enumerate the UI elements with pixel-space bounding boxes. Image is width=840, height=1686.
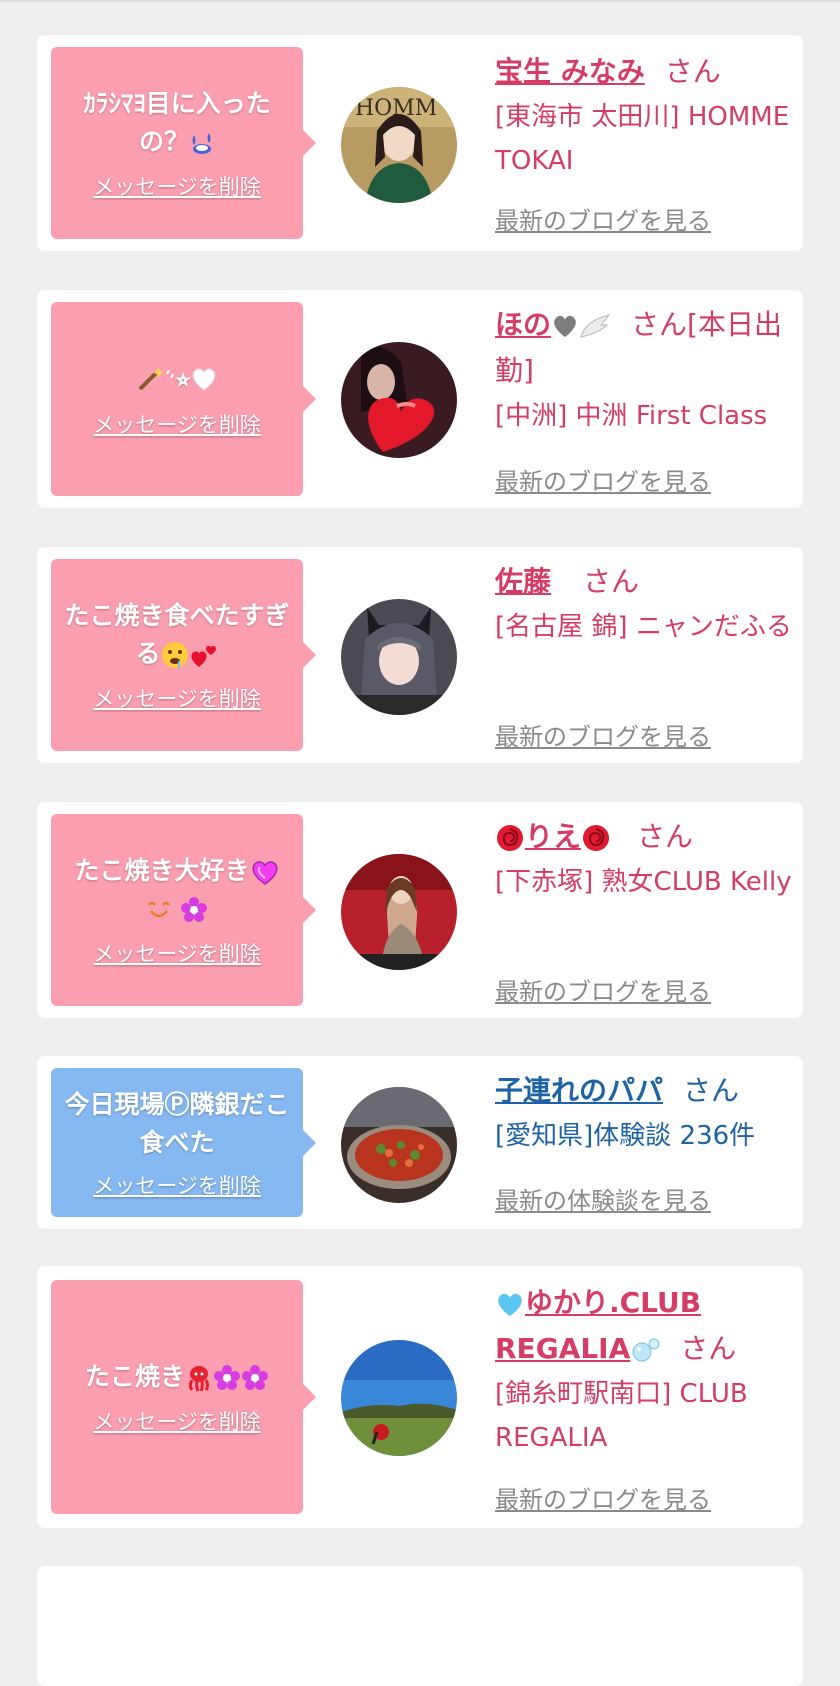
sparkle-icon [165,369,174,379]
shop-info: [下赤塚] 熟女CLUB Kelly [495,867,792,897]
message-text: ｶﾗｼﾏﾖ目に入ったの？ [83,89,271,156]
white-heart-icon [193,368,216,391]
message-text: たこ焼き [85,1358,269,1396]
latest-blog-link[interactable]: 最新のブログを見る [495,462,711,497]
delete-message-link[interactable]: メッセージを削除 [93,171,261,201]
profile-name-link[interactable]: 佐藤 [495,565,551,598]
shop-info: [名古屋 錦] ニャンだふる [495,612,792,642]
honorific: さん [637,820,694,853]
profile-info: 宝生 みなみ さん [東海市 太田川] HOMME TOKAI [495,49,795,183]
delete-message-link[interactable]: メッセージを削除 [93,683,261,713]
profile-info: ほの さん[本日出勤] [中洲] 中洲 First Class [495,302,795,438]
card-2: ⭐︎ メッセージを削除 ほの さん[本日出勤] [中洲] 中洲 First Cla… [37,290,803,508]
message-bubble: ⭐︎ メッセージを削除 [51,302,316,496]
message-bubble: たこ焼き メッセージを削除 [51,1280,316,1514]
honorific: さん [664,55,721,88]
profile-name-link[interactable]: りえ [495,820,611,853]
latest-blog-link[interactable]: 最新のブログを見る [495,972,711,1007]
rose-icon [583,825,610,851]
delete-message-link[interactable]: メッセージを削除 [93,409,261,439]
drooling-face-icon [161,642,188,669]
profile-info: 子連れのパパ さん [愛知県]体験談 236件 [495,1068,795,1158]
message-text: ⭐︎ [136,359,219,399]
profile-info: 佐藤 さん [名古屋 錦] ニャンだふる [495,559,795,649]
honorific: さん [683,1074,740,1107]
profile-name-link[interactable]: ほの [495,308,611,341]
message-bubble: 今日現場Ⓟ隣銀だこ食べた メッセージを削除 [51,1068,316,1217]
latest-blog-link[interactable]: 最新のブログを見る [495,717,711,752]
delete-message-link[interactable]: メッセージを削除 [93,1406,261,1436]
latest-blog-link[interactable]: 最新のブログを見る [495,201,711,236]
avatar[interactable] [341,599,457,715]
star-icon: ⭐︎ [175,367,191,392]
message-text: 今日現場Ⓟ隣銀だこ食べた [64,1089,290,1157]
message-bubble: たこ焼き大好き メッセージを削除 [51,814,316,1006]
flower-icon [242,1365,268,1390]
wing-icon [580,314,611,338]
profile-name-link[interactable]: ゆかり.CLUB REGALIA [495,1286,701,1365]
shop-info: [錦糸町駅南口] CLUB REGALIA [495,1379,748,1453]
avatar[interactable] [341,854,457,970]
card-1: ｶﾗｼﾏﾖ目に入ったの？ メッセージを削除 HOMM 宝生 みなみ さん [東海市… [37,35,803,251]
magic-wand-icon [138,367,164,391]
next-card-partial [37,1566,803,1686]
flower-icon [214,1365,240,1390]
honorific: さん [680,1332,737,1365]
card-5: 今日現場Ⓟ隣銀だこ食べた メッセージを削除 子連れのパパ さん [愛知県]体験談 … [37,1056,803,1229]
latest-experience-link[interactable]: 最新の体験談を見る [495,1181,711,1216]
profile-name-link[interactable]: 宝生 みなみ [495,55,645,88]
avatar[interactable]: HOMM [341,87,457,203]
message-bubble: たこ焼き食べたすぎる メッセージを削除 [51,559,316,751]
card-6: たこ焼き メッセージを削除 ゆかり.CLUB REGALIA さん [錦糸町駅南口… [37,1266,803,1528]
profile-name-link[interactable]: 子連れのパパ [495,1074,663,1107]
avatar[interactable] [341,1087,457,1203]
delete-message-link[interactable]: メッセージを削除 [93,938,261,968]
message-text: たこ焼き食べたすぎる [64,601,290,669]
message-bubble: ｶﾗｼﾏﾖ目に入ったの？ メッセージを削除 [51,47,316,239]
octopus-icon [189,1366,209,1392]
top-divider [0,0,840,2]
red-hearts-icon [190,645,216,667]
card-4: たこ焼き大好き メッセージを削除 りえ さん [下赤塚] 熟女CLUB Kelly… [37,802,803,1018]
avatar[interactable] [341,342,457,458]
message-text: たこ焼き大好き [74,852,279,928]
smile-icon [147,901,170,918]
bubbles-icon [632,1338,660,1362]
profile-info: りえ さん [下赤塚] 熟女CLUB Kelly [495,814,795,904]
shop-info: [中洲] 中洲 First Class [495,401,768,431]
rose-icon [497,825,523,851]
sweat-drops-icon [192,133,211,154]
shop-info: [愛知県]体験談 236件 [495,1121,756,1151]
blue-heart-icon [498,1293,522,1316]
purple-heart-icon [251,861,278,885]
gray-heart-icon [554,315,576,337]
honorific: さん [583,565,640,598]
delete-message-link[interactable]: メッセージを削除 [93,1170,261,1200]
avatar[interactable] [341,1340,457,1456]
card-3: たこ焼き食べたすぎる メッセージを削除 佐藤 さん [名古屋 錦] ニャンだふる … [37,547,803,763]
latest-blog-link[interactable]: 最新のブログを見る [495,1480,711,1515]
profile-info: ゆかり.CLUB REGALIA さん [錦糸町駅南口] CLUB REGALIA [495,1280,795,1460]
shop-info: [東海市 太田川] HOMME TOKAI [495,102,790,176]
flower-icon [181,897,208,922]
